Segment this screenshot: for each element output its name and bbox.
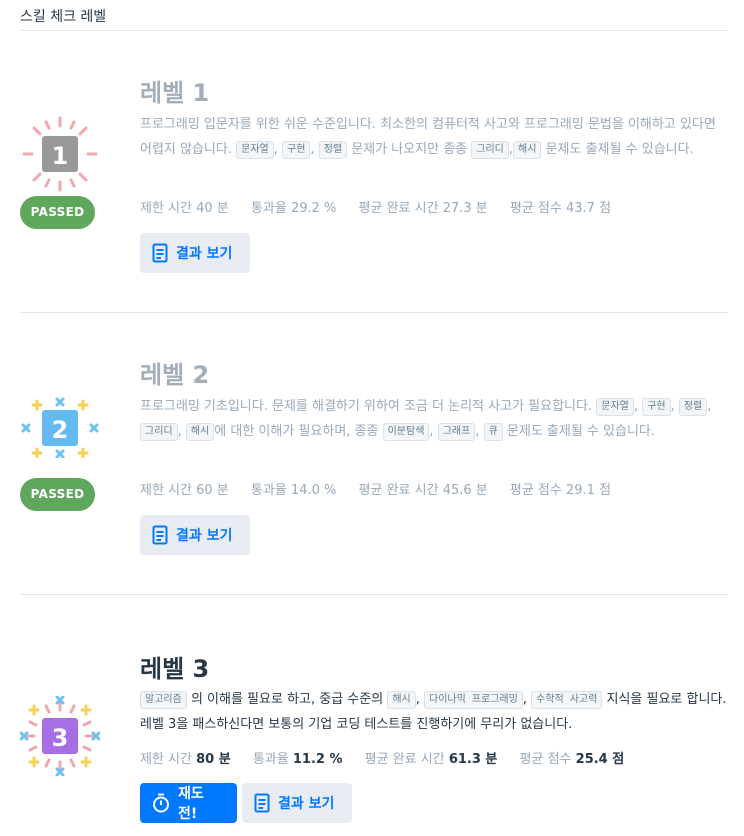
- retry-button[interactable]: 재도전!: [140, 783, 237, 823]
- time-limit-label: 제한 시간: [140, 483, 192, 498]
- level-3-badge-number: 3: [52, 724, 69, 752]
- level-3-badge: 3: [20, 696, 100, 776]
- tag: 그리디: [140, 423, 178, 441]
- time-limit-value: 60 분: [196, 483, 229, 498]
- desc-text: 문제도 출제될 수 있습니다.: [506, 424, 655, 439]
- desc-text: 문제도 출제될 수 있습니다.: [545, 142, 694, 157]
- time-limit-label: 제한 시간: [140, 752, 192, 767]
- tag: 정렬: [318, 141, 348, 159]
- passed-badge: PASSED: [20, 478, 95, 511]
- level-title: 레벨 1: [140, 79, 210, 107]
- document-icon: [152, 243, 168, 263]
- tag: 구현: [282, 141, 311, 159]
- level-title: 레벨 3: [140, 655, 210, 683]
- pass-rate-value: 14.0 %: [290, 483, 337, 498]
- tag: 수학적 사고력: [531, 691, 603, 709]
- tag: 다이나믹 프로그래밍: [424, 691, 523, 709]
- passed-badge: PASSED: [20, 196, 95, 229]
- desc-text: 문제가 나오지만 종종: [351, 142, 468, 157]
- page-header: 스킬 체크 레벨: [20, 0, 728, 31]
- level-1-badge: 1: [20, 114, 100, 194]
- level-1-badge-icon: 1: [22, 116, 98, 192]
- avg-score-label: 평균 점수: [509, 201, 562, 216]
- tag: 그리디: [471, 141, 509, 159]
- view-result-label: 결과 보기: [176, 528, 233, 544]
- level-description: 알고리즘 의 이해를 필요로 하고, 중급 수준의 해시, 다이나믹 프로그래밍…: [140, 691, 727, 732]
- level-stats: 제한 시간 60 분 통과율 14.0 % 평균 완료 시간 45.6 분 평균…: [140, 479, 629, 498]
- pass-rate-value: 11.2 %: [292, 752, 343, 767]
- time-limit-value: 80 분: [196, 752, 231, 767]
- avg-score-value: 43.7 점: [566, 201, 612, 216]
- tag: 정렬: [678, 398, 708, 416]
- level-1-badge-number: 1: [52, 142, 69, 170]
- view-result-button[interactable]: 결과 보기: [242, 783, 352, 823]
- level-2-card: 2 PASSED 레벨 2 프로그래밍 기초입니다. 문제를 해결하기 위하여 …: [20, 313, 728, 595]
- level-title: 레벨 2: [140, 361, 210, 389]
- level-1-card: 1 PASSED 레벨 1 프로그래밍 입문자를 위한 쉬운 수준입니다. 최소…: [20, 31, 728, 313]
- tag: 해시: [513, 141, 542, 159]
- avg-score-label: 평균 점수: [519, 752, 572, 767]
- document-icon: [254, 793, 270, 813]
- tag: 문자열: [236, 141, 274, 159]
- level-stats: 제한 시간 40 분 통과율 29.2 % 평균 완료 시간 27.3 분 평균…: [140, 197, 629, 216]
- avg-score-value: 29.1 점: [566, 483, 612, 498]
- view-result-label: 결과 보기: [278, 796, 335, 812]
- tag: 알고리즘: [140, 691, 187, 709]
- tag: 큐: [483, 423, 503, 441]
- level-description: 프로그래밍 입문자를 위한 쉬운 수준입니다. 최소한의 컴퓨터적 사고와 프로…: [140, 117, 716, 159]
- avg-time-value: 45.6 분: [442, 483, 488, 498]
- view-result-button[interactable]: 결과 보기: [140, 515, 250, 555]
- pass-rate-value: 29.2 %: [290, 201, 337, 216]
- time-limit-label: 제한 시간: [140, 201, 192, 216]
- level-2-badge-icon: 2: [21, 397, 99, 458]
- level-3-badge-icon: 3: [20, 696, 100, 776]
- view-result-button[interactable]: 결과 보기: [140, 233, 250, 273]
- tag: 해시: [387, 691, 416, 709]
- avg-time-label: 평균 완료 시간: [364, 752, 445, 767]
- level-stats: 제한 시간 80 분 통과율 11.2 % 평균 완료 시간 61.3 분 평균…: [140, 748, 642, 767]
- document-icon: [152, 525, 168, 545]
- desc-text: 의 이해를 필요로 하고, 중급 수준의: [190, 692, 384, 707]
- desc-text: 에 대한 이해가 필요하며, 종종: [214, 424, 379, 439]
- pass-rate-label: 통과율: [250, 201, 287, 216]
- page-title: 스킬 체크 레벨: [20, 9, 107, 25]
- pass-rate-label: 통과율: [250, 483, 287, 498]
- avg-time-label: 평균 완료 시간: [358, 483, 439, 498]
- avg-time-value: 27.3 분: [442, 201, 488, 216]
- desc-text: 프로그래밍 기초입니다. 문제를 해결하기 위하여 조금 더 논리적 사고가 필…: [140, 399, 593, 414]
- view-result-label: 결과 보기: [176, 246, 233, 262]
- tag: 그래프: [437, 423, 476, 441]
- level-2-badge: 2: [20, 378, 100, 458]
- tag: 문자열: [596, 398, 634, 416]
- avg-score-label: 평균 점수: [509, 483, 562, 498]
- avg-score-value: 25.4 점: [575, 752, 625, 767]
- stopwatch-icon: [152, 793, 170, 813]
- tag: 구현: [642, 398, 671, 416]
- level-description: 프로그래밍 기초입니다. 문제를 해결하기 위하여 조금 더 논리적 사고가 필…: [140, 398, 712, 441]
- tag: 해시: [185, 423, 215, 441]
- retry-label: 재도전!: [178, 786, 204, 822]
- tag: 이분탐색: [382, 423, 430, 441]
- pass-rate-label: 통과율: [252, 752, 289, 767]
- level-2-badge-number: 2: [52, 416, 69, 444]
- time-limit-value: 40 분: [196, 201, 229, 216]
- avg-time-label: 평균 완료 시간: [358, 201, 439, 216]
- level-3-card: 3 레벨 3 알고리즘 의 이해를 필요로 하고, 중급 수준의 해시, 다이나…: [20, 595, 728, 836]
- avg-time-value: 61.3 분: [448, 752, 498, 767]
